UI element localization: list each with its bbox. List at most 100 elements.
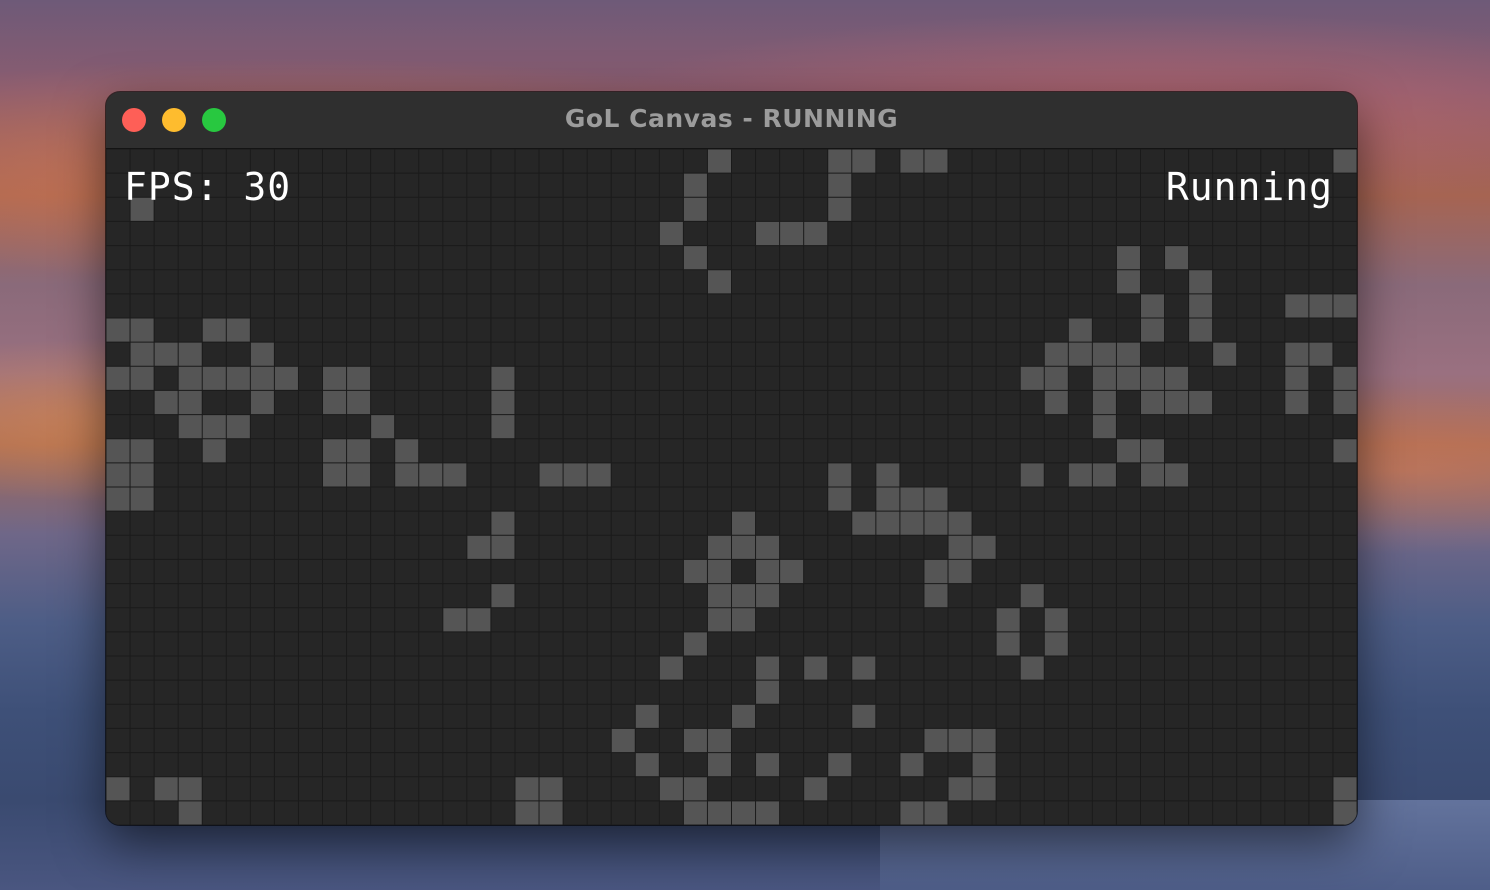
alive-cell[interactable] [1284, 293, 1309, 318]
alive-cell[interactable] [1140, 318, 1165, 343]
alive-cell[interactable] [154, 390, 179, 415]
alive-cell[interactable] [322, 390, 347, 415]
alive-cell[interactable] [130, 487, 155, 512]
alive-cell[interactable] [972, 728, 997, 753]
alive-cell[interactable] [394, 462, 419, 487]
alive-cell[interactable] [707, 607, 732, 632]
alive-cell[interactable] [707, 800, 732, 825]
alive-cell[interactable] [827, 197, 852, 222]
alive-cell[interactable] [1116, 245, 1141, 270]
alive-cell[interactable] [923, 800, 949, 825]
alive-cell[interactable] [1044, 390, 1069, 415]
alive-cell[interactable] [683, 776, 708, 801]
alive-cell[interactable] [1068, 462, 1093, 487]
alive-cell[interactable] [490, 535, 515, 560]
alive-cell[interactable] [996, 631, 1021, 656]
alive-cell[interactable] [731, 704, 756, 729]
alive-cell[interactable] [202, 318, 227, 343]
alive-cell[interactable] [1164, 462, 1189, 487]
alive-cell[interactable] [1212, 342, 1237, 367]
alive-cell[interactable] [106, 462, 131, 487]
alive-cell[interactable] [1092, 462, 1117, 487]
alive-cell[interactable] [154, 342, 179, 367]
alive-cell[interactable] [779, 559, 804, 584]
alive-cell[interactable] [707, 269, 732, 294]
alive-cell[interactable] [1332, 800, 1357, 825]
alive-cell[interactable] [178, 776, 203, 801]
alive-cell[interactable] [1140, 366, 1165, 391]
alive-cell[interactable] [1044, 366, 1069, 391]
alive-cell[interactable] [707, 559, 732, 584]
alive-cell[interactable] [106, 487, 131, 512]
alive-cell[interactable] [659, 221, 684, 246]
alive-cell[interactable] [490, 390, 515, 415]
alive-cell[interactable] [731, 511, 756, 536]
alive-cell[interactable] [1284, 390, 1309, 415]
alive-cell[interactable] [1116, 438, 1141, 463]
alive-cell[interactable] [322, 462, 347, 487]
alive-cell[interactable] [539, 462, 564, 487]
alive-cell[interactable] [635, 752, 660, 777]
alive-cell[interactable] [370, 414, 395, 439]
alive-cell[interactable] [1188, 269, 1213, 294]
alive-cell[interactable] [899, 800, 924, 825]
alive-cell[interactable] [948, 511, 973, 536]
alive-cell[interactable] [948, 535, 973, 560]
alive-cell[interactable] [972, 752, 997, 777]
alive-cell[interactable] [490, 414, 515, 439]
alive-cell[interactable] [827, 752, 852, 777]
alive-cell[interactable] [226, 414, 251, 439]
alive-cell[interactable] [1020, 462, 1045, 487]
alive-cell[interactable] [130, 438, 155, 463]
alive-cell[interactable] [755, 800, 780, 825]
alive-cell[interactable] [755, 559, 780, 584]
alive-cell[interactable] [972, 776, 997, 801]
alive-cell[interactable] [1044, 342, 1069, 367]
alive-cell[interactable] [1332, 149, 1357, 174]
alive-cell[interactable] [1284, 366, 1309, 391]
alive-cell[interactable] [899, 149, 924, 174]
alive-cell[interactable] [731, 583, 756, 608]
alive-cell[interactable] [1188, 390, 1213, 415]
alive-cell[interactable] [923, 728, 949, 753]
alive-cell[interactable] [226, 366, 251, 391]
alive-cell[interactable] [130, 342, 155, 367]
alive-cell[interactable] [899, 487, 924, 512]
alive-cell[interactable] [130, 366, 155, 391]
alive-cell[interactable] [851, 704, 876, 729]
alive-cell[interactable] [851, 149, 876, 174]
alive-cell[interactable] [106, 438, 131, 463]
alive-cell[interactable] [1116, 269, 1141, 294]
alive-cell[interactable] [178, 390, 203, 415]
alive-cell[interactable] [1020, 583, 1045, 608]
alive-cell[interactable] [1332, 390, 1357, 415]
alive-cell[interactable] [755, 221, 780, 246]
alive-cell[interactable] [923, 149, 949, 174]
alive-cell[interactable] [683, 559, 708, 584]
alive-cell[interactable] [899, 511, 924, 536]
alive-cell[interactable] [130, 462, 155, 487]
alive-cell[interactable] [635, 704, 660, 729]
alive-cell[interactable] [683, 197, 708, 222]
alive-cell[interactable] [202, 366, 227, 391]
alive-cell[interactable] [178, 342, 203, 367]
alive-cell[interactable] [1116, 366, 1141, 391]
alive-cell[interactable] [1140, 390, 1165, 415]
alive-cell[interactable] [106, 776, 131, 801]
alive-cell[interactable] [226, 318, 251, 343]
alive-cell[interactable] [346, 438, 371, 463]
alive-cell[interactable] [587, 462, 612, 487]
alive-cell[interactable] [1164, 390, 1189, 415]
alive-cell[interactable] [514, 800, 540, 825]
alive-cell[interactable] [1092, 390, 1117, 415]
alive-cell[interactable] [346, 462, 371, 487]
alive-cell[interactable] [851, 511, 876, 536]
alive-cell[interactable] [827, 487, 852, 512]
alive-cell[interactable] [539, 800, 564, 825]
alive-cell[interactable] [250, 342, 275, 367]
alive-cell[interactable] [1020, 656, 1045, 681]
alive-cell[interactable] [683, 173, 708, 198]
alive-cell[interactable] [250, 390, 275, 415]
alive-cell[interactable] [418, 462, 443, 487]
alive-cell[interactable] [442, 607, 467, 632]
